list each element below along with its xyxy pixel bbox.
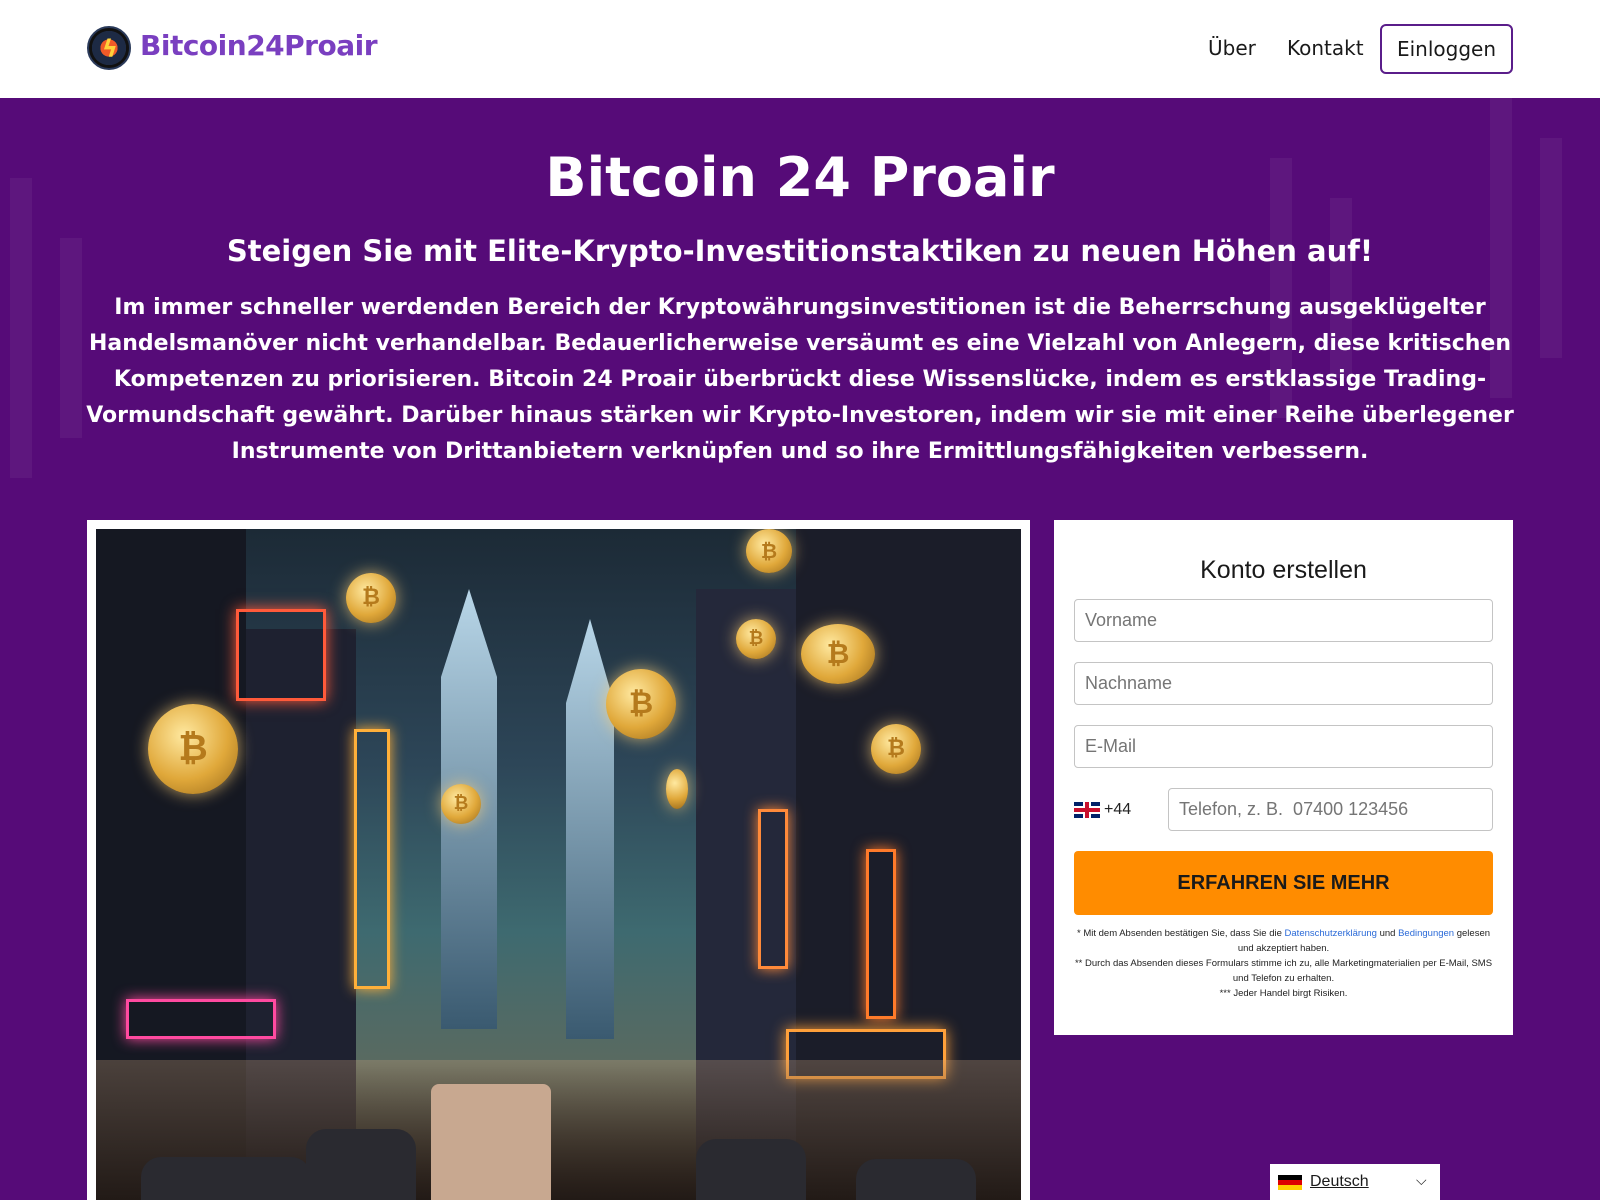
german-flag-icon xyxy=(1278,1175,1302,1190)
site-header: ϟ Bitcoin24Proair Über Kontakt Einloggen xyxy=(0,0,1600,98)
country-code-select[interactable]: +44 ▼ xyxy=(1074,788,1186,831)
form-disclaimer: * Mit dem Absenden bestätigen Sie, dass … xyxy=(1074,926,1493,1001)
email-input[interactable] xyxy=(1074,725,1493,768)
language-label: Deutsch xyxy=(1310,1173,1369,1190)
disclaimer-text: * Mit dem Absenden bestätigen Sie, dass … xyxy=(1076,928,1285,939)
hero-image-card: ₿ ₿ ₿ ₿ ₿ ₿ ₿ ₿ xyxy=(87,520,1030,1200)
disclaimer-text: und xyxy=(1376,928,1399,939)
phone-input[interactable] xyxy=(1168,788,1493,831)
nav-about-link[interactable]: Über xyxy=(1208,36,1256,60)
phone-code: +44 xyxy=(1104,801,1132,818)
marketing-consent-text: ** Durch das Absenden dieses Formulars s… xyxy=(1074,958,1493,984)
chevron-down-icon: ⌵ xyxy=(1416,1172,1427,1188)
bitcoin-logo-icon[interactable]: ϟ xyxy=(87,26,131,70)
login-button[interactable]: Einloggen xyxy=(1380,24,1513,74)
crypto-city-illustration: ₿ ₿ ₿ ₿ ₿ ₿ ₿ ₿ xyxy=(96,529,1021,1200)
brand-name[interactable]: Bitcoin24Proair xyxy=(140,29,378,62)
hero-title: Bitcoin 24 Proair xyxy=(545,146,1055,209)
signup-form: Konto erstellen +44 ▼ ERFAHREN SIE MEHR … xyxy=(1054,520,1513,1035)
terms-link[interactable]: Bedingungen xyxy=(1398,928,1454,939)
hero-description: Im immer schneller werdenden Bereich der… xyxy=(86,295,1514,464)
privacy-policy-link[interactable]: Datenschutzerklärung xyxy=(1285,928,1377,939)
form-title: Konto erstellen xyxy=(1200,556,1367,584)
nav-contact-link[interactable]: Kontakt xyxy=(1287,36,1364,60)
uk-flag-icon xyxy=(1074,801,1100,818)
last-name-input[interactable] xyxy=(1074,662,1493,705)
submit-button[interactable]: ERFAHREN SIE MEHR xyxy=(1074,851,1493,915)
hero-subtitle: Steigen Sie mit Elite-Krypto-Investition… xyxy=(226,234,1374,268)
first-name-input[interactable] xyxy=(1074,599,1493,642)
language-selector[interactable]: Deutsch ⌵ xyxy=(1270,1164,1440,1200)
risk-warning-text: *** Jeder Handel birgt Risiken. xyxy=(1219,988,1348,999)
